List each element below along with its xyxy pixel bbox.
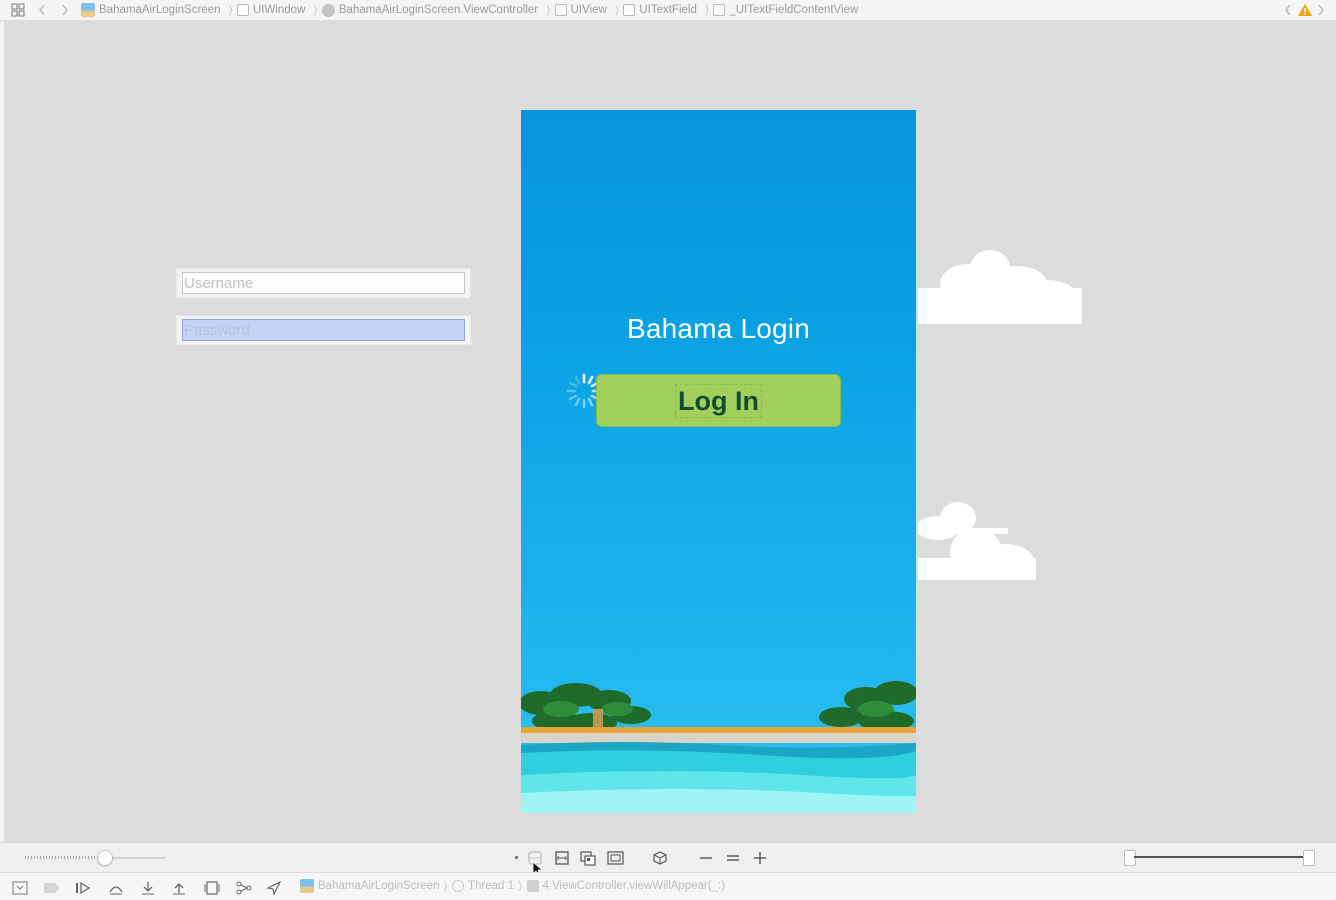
stack-frame-icon bbox=[526, 880, 539, 892]
dot-icon bbox=[515, 856, 518, 859]
range-slider-track[interactable] bbox=[1134, 856, 1304, 858]
app-icon bbox=[81, 3, 95, 17]
hide-debug-area-icon[interactable] bbox=[12, 880, 28, 896]
view-icon bbox=[554, 4, 567, 16]
debug-breadcrumb: BahamaAirLoginScreen ⟩ Thread 1 ⟩ 4 View… bbox=[300, 879, 725, 893]
crumb-textfield[interactable]: UITextField bbox=[623, 4, 697, 16]
debug-bar: BahamaAirLoginScreen ⟩ Thread 1 ⟩ 4 View… bbox=[0, 872, 1336, 900]
chevron-right-icon: ⟩ bbox=[228, 5, 233, 17]
app-title: Bahama Login bbox=[627, 313, 810, 344]
jump-bar: BahamaAirLoginScreen ⟩ UIWindow ⟩ Bahama… bbox=[0, 0, 1336, 21]
username-input[interactable]: Username bbox=[182, 272, 465, 294]
step-over-icon[interactable] bbox=[108, 880, 124, 896]
crumb-view-controller[interactable]: BahamaAirLoginScreen.ViewController bbox=[321, 3, 538, 17]
chevron-right-icon: ⟩ bbox=[704, 5, 710, 17]
range-slider-left-handle[interactable] bbox=[1124, 850, 1136, 866]
show-wireframes-icon[interactable] bbox=[607, 849, 625, 867]
breadcrumb: BahamaAirLoginScreen ⟩ UIWindow ⟩ Bahama… bbox=[81, 3, 862, 17]
next-issue-chevron-icon[interactable] bbox=[1316, 3, 1326, 17]
debug-view-hierarchy-icon[interactable] bbox=[204, 880, 220, 896]
chevron-right-icon: ⟩ bbox=[614, 5, 620, 17]
debug-crumb-frame[interactable]: 4 ViewController.viewWillAppear(_:) bbox=[543, 880, 726, 892]
chevron-right-icon: ⟩ bbox=[443, 881, 448, 893]
zoom-in-icon[interactable] bbox=[751, 849, 769, 867]
forward-chevron-icon[interactable] bbox=[60, 3, 70, 17]
debug-crumb-app[interactable]: BahamaAirLoginScreen bbox=[318, 880, 439, 892]
cloud-image bbox=[918, 502, 1036, 580]
back-chevron-icon[interactable] bbox=[37, 3, 47, 17]
continue-icon[interactable] bbox=[75, 880, 91, 896]
zoom-out-icon[interactable] bbox=[697, 849, 715, 867]
password-input[interactable]: Password bbox=[182, 319, 465, 341]
app-icon bbox=[300, 879, 314, 893]
app-screen: Bahama Login bbox=[521, 110, 916, 813]
spacing-slider-knob[interactable] bbox=[97, 850, 113, 866]
log-in-button-label: Log In bbox=[675, 383, 762, 418]
view-icon bbox=[713, 4, 726, 16]
chevron-right-icon: ⟩ bbox=[518, 881, 523, 893]
simulate-location-icon[interactable] bbox=[266, 880, 282, 896]
show-constraints-icon[interactable] bbox=[553, 849, 571, 867]
orient-3d-icon[interactable] bbox=[651, 849, 669, 867]
debug-crumb-thread[interactable]: Thread 1 bbox=[468, 880, 514, 892]
cloud-image bbox=[918, 250, 1082, 324]
view-icon bbox=[236, 4, 249, 16]
username-field[interactable]: Username bbox=[176, 268, 471, 298]
range-slider-right-handle[interactable] bbox=[1303, 850, 1315, 866]
crumb-window[interactable]: UIWindow bbox=[236, 4, 305, 16]
thread-icon bbox=[451, 880, 464, 892]
password-field[interactable]: Password bbox=[176, 315, 471, 345]
related-items-grid-icon[interactable] bbox=[11, 3, 25, 17]
chevron-right-icon: ⟩ bbox=[313, 5, 318, 17]
spacing-slider-ticks bbox=[25, 856, 100, 859]
textfield-icon bbox=[623, 4, 636, 16]
crumb-view[interactable]: UIView bbox=[554, 4, 607, 16]
breakpoints-toggle-icon[interactable] bbox=[43, 880, 59, 896]
crumb-app[interactable]: BahamaAirLoginScreen bbox=[81, 3, 220, 17]
log-in-button[interactable]: Log In bbox=[596, 374, 841, 427]
step-into-icon[interactable] bbox=[140, 880, 156, 896]
warning-icon[interactable] bbox=[1297, 3, 1313, 17]
actual-size-icon[interactable] bbox=[724, 849, 742, 867]
step-out-icon[interactable] bbox=[171, 880, 187, 896]
previous-issue-chevron-icon[interactable] bbox=[1283, 3, 1293, 17]
chevron-right-icon: ⟩ bbox=[546, 5, 551, 17]
view-debugger-toolbar bbox=[0, 842, 1336, 877]
change-canvas-background-icon[interactable] bbox=[579, 849, 597, 867]
crumb-content-view[interactable]: _UITextFieldContentView bbox=[713, 4, 858, 16]
view-controller-icon bbox=[321, 3, 335, 17]
beach-illustration bbox=[521, 681, 916, 813]
debug-memory-graph-icon[interactable] bbox=[236, 880, 252, 896]
